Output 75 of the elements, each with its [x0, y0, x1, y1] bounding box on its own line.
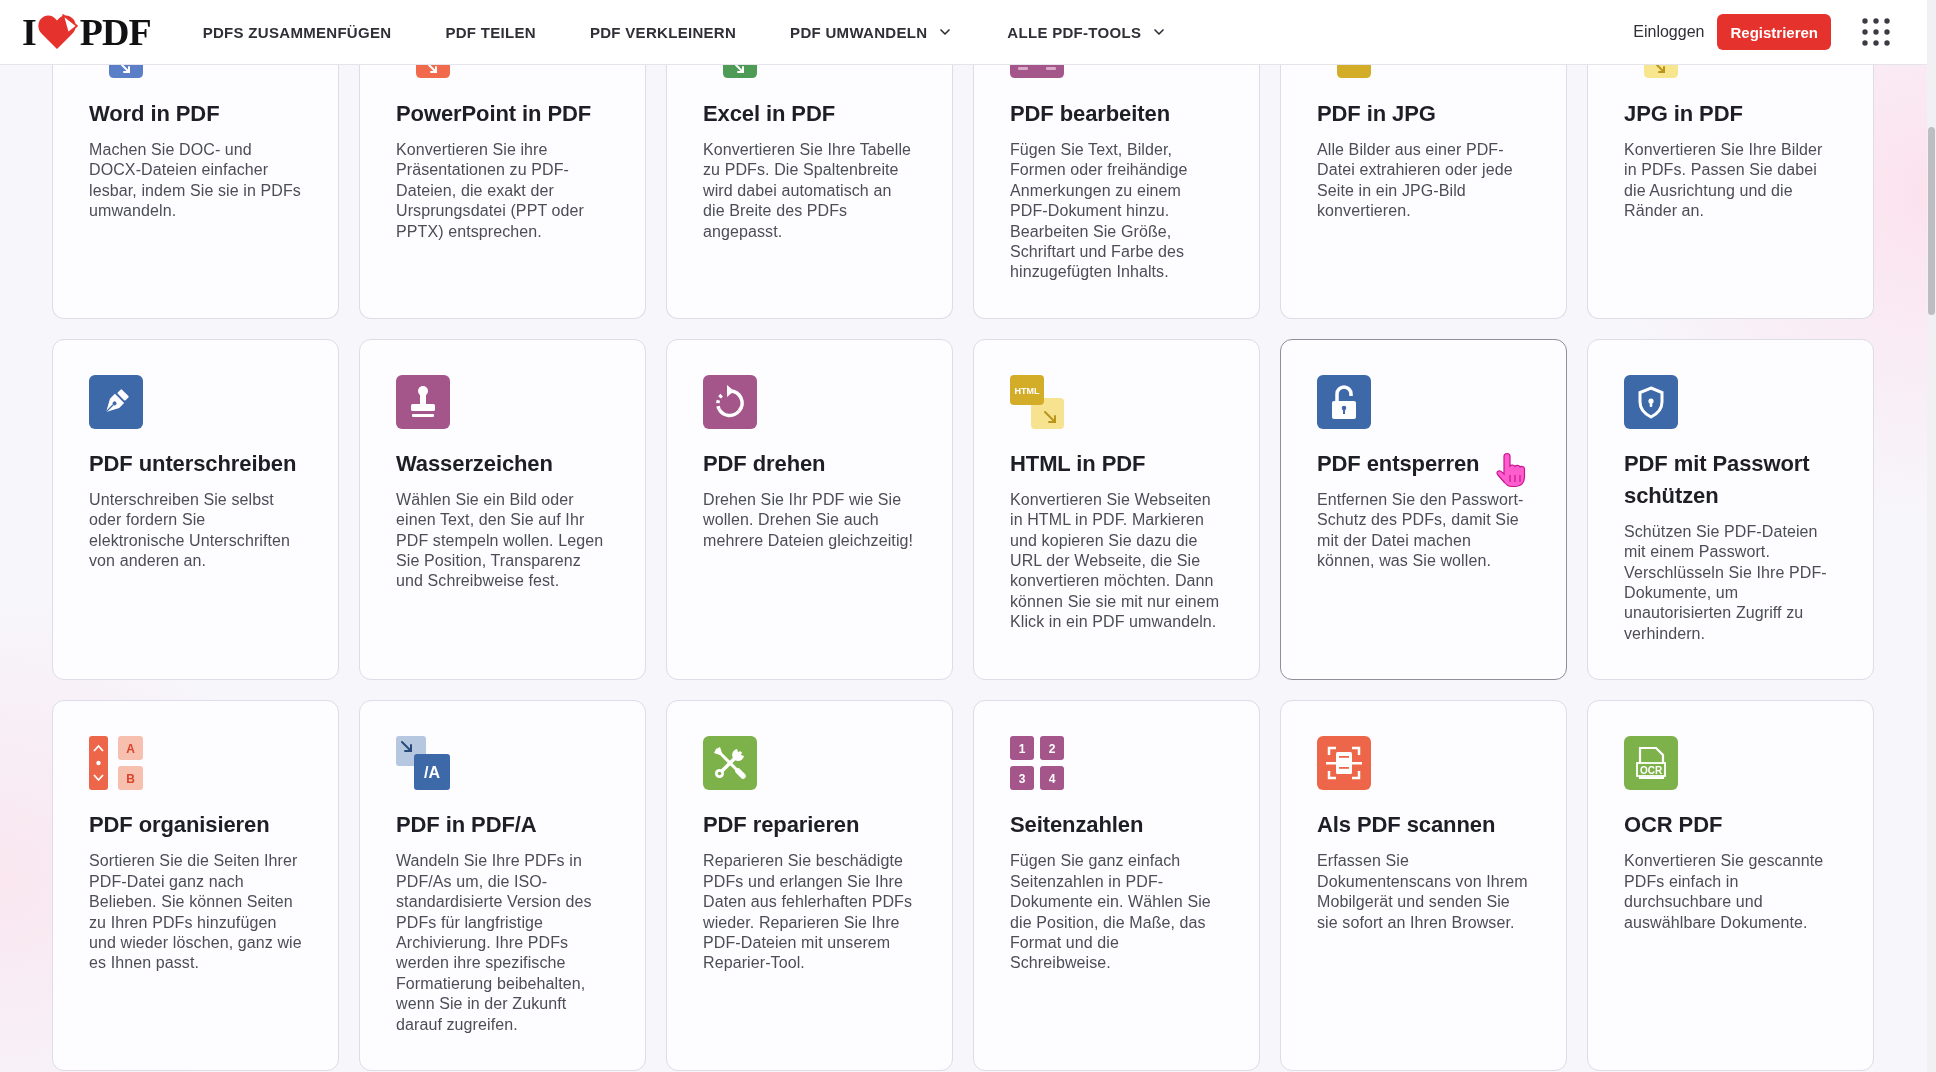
tile-icon: [1010, 65, 1064, 78]
nav-link[interactable]: ALLE PDF-TOOLS: [1007, 23, 1168, 41]
tool-card[interactable]: PowerPoint in PDF Konvertieren Sie ihre Präsentationen zu PDF-Dateien, die exakt der Ursprungsdatei (PPT oder PPTX) entsprechen.: [359, 65, 646, 319]
tool-description: Sortieren Sie die Seiten Ihrer PDF-Datei ganz nach Belieben. Sie können Seiten zu Ihren PDFs hinzufügen und wieder löschen, ganz wie es Ihnen passt.: [89, 851, 302, 974]
tool-title: Seitenzahlen: [1010, 811, 1144, 840]
unlocked-padlock-icon: [1317, 374, 1371, 429]
nav-link[interactable]: PDF VERKLEINERN: [589, 23, 737, 41]
tool-title: PDF bearbeiten: [1010, 100, 1170, 128]
logo-link[interactable]: I PDF: [22, 13, 151, 51]
tool-description: Drehen Sie Ihr PDF wie Sie wollen. Drehen Sie auch mehrere Dateien gleichzeitig!: [703, 489, 915, 551]
heart-logo-icon: [36, 14, 79, 50]
tool-description: Erfassen Sie Dokumentenscans von Ihrem Mobilgerät und senden Sie sie sofort an Ihren Browser.: [1317, 851, 1529, 933]
tool-title: Word in PDF: [89, 100, 220, 128]
tool-description: Machen Sie DOC- und DOCX-Dateien einfacher lesbar, indem Sie sie in PDFs umwandeln.: [89, 140, 302, 222]
tool-title: PDF unterschreiben: [89, 449, 297, 478]
stamp-icon: [396, 374, 450, 429]
tool-title: PDF drehen: [703, 449, 826, 478]
tool-title: Wasserzeichen: [396, 449, 553, 478]
tool-description: Konvertieren Sie Ihre Bilder in PDFs. Passen Sie dabei die Ausrichtung und die Ränder an.: [1624, 140, 1824, 222]
tool-card[interactable]: [973, 338, 1260, 681]
tool-card[interactable]: A B PDF organisieren Sortieren Sie die Seiten Ihrer PDF-Datei ganz nach Belieben. Sie können Seiten zu Ihren PDFs hinzufügen und wieder löschen, ganz wie es Ihnen passt.: [52, 700, 339, 1071]
tool-title: PDF mit Passwort schützen: [1624, 449, 1811, 510]
tool-title: Excel in PDF: [703, 100, 836, 128]
tool-description: Wählen Sie ein Bild oder einen Text, den Sie auf Ihr PDF stempeln wollen. Legen Sie Position, Transparenz und Schreibweise fest.: [396, 489, 605, 592]
tool-title: PDF organisieren: [89, 811, 270, 840]
tool-description: Entfernen Sie den Passwort-Schutz des PDFs, damit Sie mit der Datei machen können, was Sie wollen.: [1317, 489, 1525, 572]
tool-title: PowerPoint in PDF: [396, 100, 592, 128]
tool-card[interactable]: PDF unterschreiben Unterschreiben Sie selbst oder fordern Sie elektronische Unterschriften von anderen an.: [52, 338, 339, 681]
tool-title: PDF in JPG: [1317, 100, 1436, 128]
nav-link[interactable]: PDF TEILEN: [445, 23, 536, 41]
tool-title: HTML in PDF: [1010, 449, 1146, 478]
tool-card[interactable]: 1 2 3 4 Seitenzahlen Fügen Sie ganz einfach Seitenzahlen in PDF-Dokumente ein. Wählen Sie die Position, die Maße, das Format und die Schreibweise.: [973, 700, 1260, 1071]
tool-card[interactable]: Wasserzeichen Wählen Sie ein Bild oder einen Text, den Sie auf Ihr PDF stempeln wollen. Legen Sie Position, Transparenz und Schreibweise fest.: [359, 338, 646, 681]
tool-description: Wandeln Sie Ihre PDFs in PDF/As um, die ISO-standardisierte Version des PDFs für langfristige Archivierung. Ihre PDFs werden ihre spezifische Formatierung beibehalten, wenn Sie in der Zukunft darauf zugreifen.: [396, 851, 593, 1035]
tool-description: Reparieren Sie beschädigte PDFs und erlangen Sie Ihre Daten aus fehlerhaften PDFs wieder. Reparieren Sie Ihre PDF-Dateien mit unserem Reparier-Tool.: [703, 851, 914, 974]
register-button[interactable]: Registrieren: [1717, 14, 1831, 50]
tool-description: Fügen Sie Text, Bilder, Formen oder freihändige Anmerkungen zu einem PDF-Dokument hinzu. Bearbeiten Sie Größe, Schriftart und Farbe des hinzugefügten Inhalts.: [1010, 140, 1189, 283]
ocr-document-icon: OCR: [1624, 736, 1678, 791]
wrench-screwdriver-icon: [703, 736, 757, 791]
tool-card[interactable]: PDF reparieren Reparieren Sie beschädigte PDFs und erlangen Sie Ihre Daten aus fehlerhaften PDFs wieder. Reparieren Sie Ihre PDF-Dateien mit unserem Reparier-Tool.: [666, 700, 953, 1071]
scan-document-icon: [1317, 736, 1371, 791]
apps-menu-icon[interactable]: [1862, 18, 1890, 46]
tool-description: Konvertieren Sie Ihre Tabelle zu PDFs. Die Spaltenbreite wird dabei automatisch an die Breite des PDFs angepasst.: [703, 140, 913, 242]
tile-icon: [1337, 65, 1371, 78]
tool-description: Unterschreiben Sie selbst oder fordern Sie elektronische Unterschriften von anderen an.: [89, 489, 292, 572]
login-link[interactable]: Einloggen: [1633, 23, 1705, 41]
tool-card[interactable]: PDF bearbeiten Fügen Sie Text, Bilder, Formen oder freihändige Anmerkungen zu einem PDF-Dokument hinzu. Bearbeiten Sie Größe, Schriftart und Farbe des hinzugefügten Inhalts.: [973, 65, 1260, 319]
tool-card[interactable]: PDF entsperren Entfernen Sie den Passwort-Schutz des PDFs, damit Sie mit der Datei machen können, was Sie wollen.: [1280, 338, 1567, 681]
tool-card[interactable]: OCR OCR PDF Konvertieren Sie gescannte PDFs einfach in durchsuchbare und auswählbare Dokumente.: [1587, 700, 1874, 1071]
tool-description: Schützen Sie PDF-Dateien mit einem Passwort. Verschlüsseln Sie Ihre PDF-Dokumente, um unautorisierten Zugriff zu verhindern.: [1624, 521, 1828, 644]
tool-description: Konvertieren Sie ihre Präsentationen zu PDF-Dateien, die exakt der Ursprungsdatei (PPT oder PPTX) entsprechen.: [396, 140, 585, 242]
tool-title: JPG in PDF: [1624, 100, 1743, 128]
tool-card[interactable]: PDF drehen Drehen Sie Ihr PDF wie Sie wollen. Drehen Sie auch mehrere Dateien gleichzeitig!: [666, 338, 953, 681]
arrow-tile-icon: [1644, 65, 1678, 78]
tool-description: Alle Bilder aus einer PDF-Datei extrahieren oder jede Seite in ein JPG-Bild konvertieren.: [1317, 140, 1514, 222]
tool-card[interactable]: Als PDF scannen Erfassen Sie Dokumentenscans von Ihrem Mobilgerät und senden Sie sie sofort an Ihren Browser.: [1280, 700, 1567, 1071]
tool-card[interactable]: JPG in PDF Konvertieren Sie Ihre Bilder in PDFs. Passen Sie dabei die Ausrichtung und die Ränder an.: [1587, 65, 1874, 319]
pen-nib-icon: [89, 374, 143, 429]
tool-card[interactable]: PDF in JPG Alle Bilder aus einer PDF-Datei extrahieren oder jede Seite in ein JPG-Bild konvertieren.: [1280, 65, 1567, 319]
tool-title: PDF reparieren: [703, 811, 860, 840]
tool-card[interactable]: [359, 700, 646, 1071]
tool-description: Fügen Sie ganz einfach Seitenzahlen in PDF-Dokumente ein. Wählen Sie die Position, die Maße, das Format und die Schreibweise.: [1010, 851, 1212, 974]
tool-description: Konvertieren Sie gescannte PDFs einfach in durchsuchbare und auswählbare Dokumente.: [1624, 851, 1825, 933]
tool-card[interactable]: PDF mit Passwort schützen Schützen Sie PDF-Dateien mit einem Passwort. Verschlüsseln Sie Ihre PDF-Dokumente, um unautorisierten Zugriff zu verhindern.: [1587, 338, 1874, 681]
tool-title: PDF entsperren: [1317, 449, 1480, 478]
tool-description: Konvertieren Sie Webseiten in HTML in PDF. Markieren und kopieren Sie dazu die URL der Webseite, die Sie konvertieren möchten. Dann können Sie sie mit nur einem Klick in ein PDF umwandeln.: [1010, 489, 1221, 633]
shield-keyhole-icon: [1624, 374, 1678, 429]
nav-link[interactable]: PDFS ZUSAMMENFÜGEN: [202, 23, 392, 41]
nav-link[interactable]: PDF UMWANDELN: [790, 23, 954, 41]
scrollbar-thumb[interactable]: [1928, 127, 1935, 315]
tool-card[interactable]: Excel in PDF Konvertieren Sie Ihre Tabelle zu PDFs. Die Spaltenbreite wird dabei automatisch an die Breite des PDFs angepasst.: [666, 65, 953, 319]
tool-title: PDF in PDF/A: [396, 811, 537, 840]
tool-title: OCR PDF: [1624, 811, 1723, 840]
tool-title: Als PDF scannen: [1317, 811, 1496, 840]
tool-card[interactable]: Word in PDF Machen Sie DOC- und DOCX-Dateien einfacher lesbar, indem Sie sie in PDFs umwandeln.: [52, 65, 339, 319]
